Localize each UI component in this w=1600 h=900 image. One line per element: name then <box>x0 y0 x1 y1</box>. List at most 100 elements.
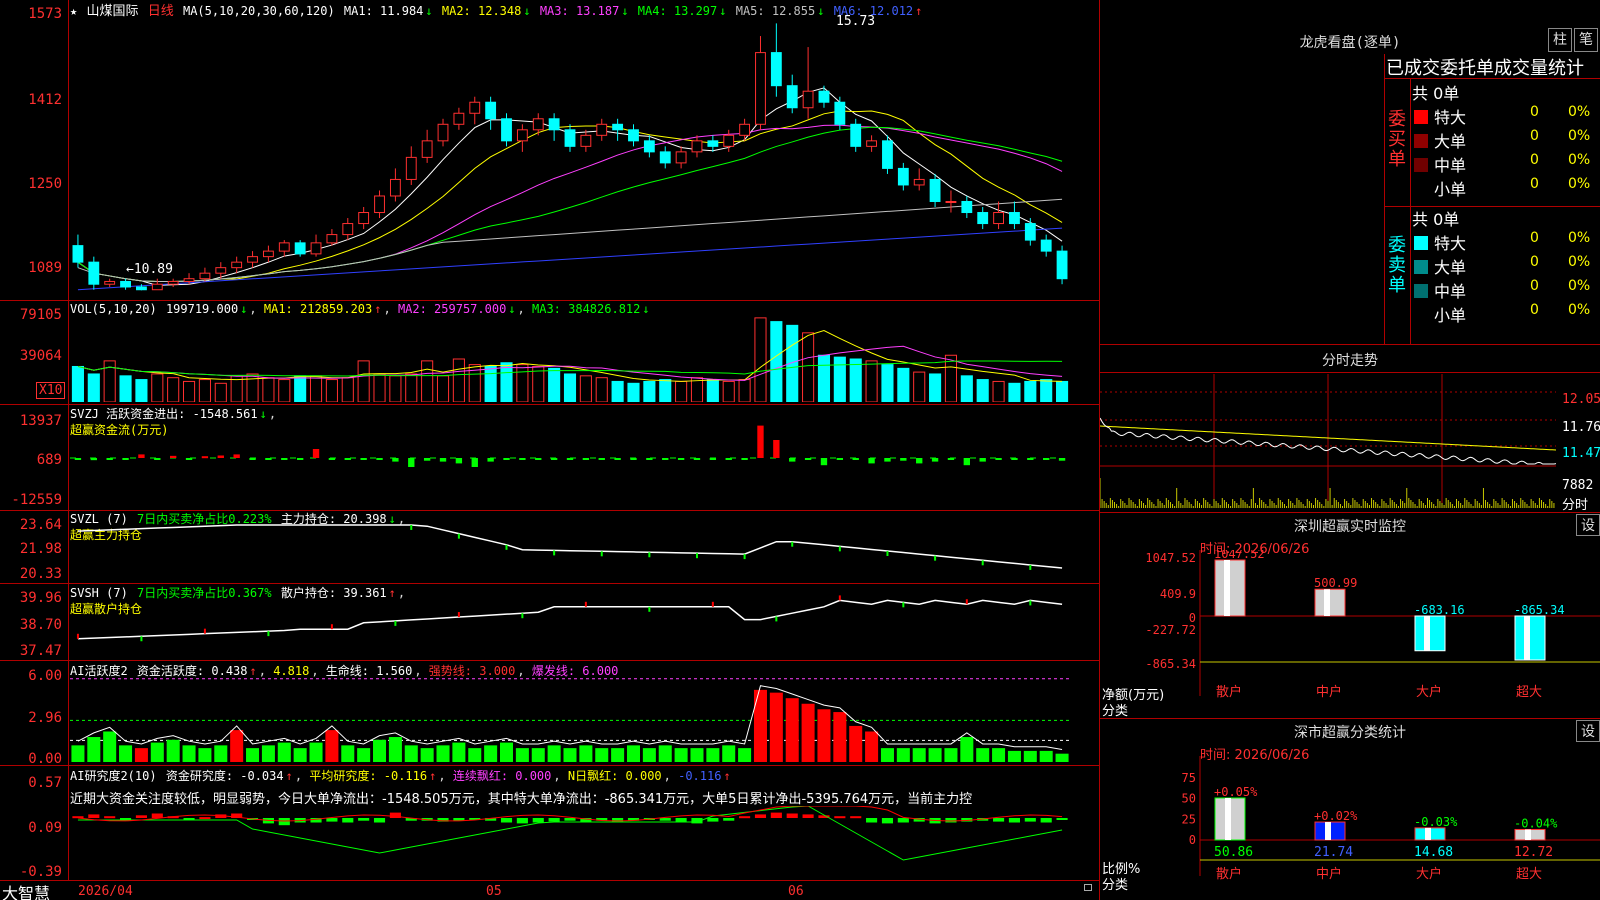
fund-flow-chart[interactable] <box>70 420 1098 508</box>
research-bar <box>659 818 671 821</box>
order-name: 小单 <box>1434 306 1467 325</box>
candle-body <box>961 200 973 214</box>
flow-bar <box>757 425 764 458</box>
sz-class-chart[interactable]: 75 50 25 0 +0.05% 50.86 散户 +0.02% 21.74 中户 -0.03% 1… <box>1100 756 1600 900</box>
activity-bar <box>468 748 482 762</box>
candle-body <box>120 280 131 288</box>
flow-bar <box>677 458 685 460</box>
right-panel: 龙虎看盘(逐单) 柱 笔 已成交委托单成交量统计 委买单 委卖单 共 0单 特大… <box>1100 0 1600 900</box>
flow-bar <box>947 458 955 460</box>
kline-panel[interactable]: ★ 山煤国际 日线 MA(5,10,20,30,60,120) MA1: 11.… <box>0 0 1100 900</box>
activity-bar <box>1055 753 1069 762</box>
flow-bar <box>1027 458 1034 460</box>
research-bar <box>278 818 290 826</box>
activity-bar <box>420 748 434 762</box>
candle-body <box>786 85 798 109</box>
svsh-ylabel: 39.96 <box>19 590 62 606</box>
activity-bar <box>531 748 545 762</box>
sell-total: 共 0单 <box>1412 210 1460 229</box>
intraday-chart[interactable] <box>1100 374 1560 512</box>
low-marker: ←10.89 <box>126 262 173 277</box>
vol-ylabel: 79105 <box>19 307 62 323</box>
order-row: 中单 0 0% <box>1412 278 1600 302</box>
ai-research-v2: 平均研究度: -0.116 <box>309 769 428 783</box>
fund-activity-chart[interactable] <box>70 676 1098 762</box>
sz-class-value: 50.86 <box>1214 845 1253 860</box>
sz-class-change: -0.03% <box>1414 815 1458 829</box>
flow-bar <box>709 458 717 460</box>
volume-bar <box>389 375 402 402</box>
sz-monitor-bar-shine <box>1324 589 1330 616</box>
svzj-arrow: ↓ <box>259 407 267 421</box>
volume-bar <box>579 375 592 402</box>
order-name: 小单 <box>1434 180 1467 199</box>
flow-bar <box>630 458 637 460</box>
pen-mode-button[interactable]: 笔 <box>1574 28 1598 52</box>
lock-icon[interactable] <box>1084 884 1092 891</box>
volume-bar <box>1008 382 1021 402</box>
flow-bar <box>836 458 844 460</box>
activity-bar <box>944 748 958 762</box>
flow-bar <box>122 458 129 460</box>
sz-class-bar-shine <box>1325 822 1331 840</box>
volume-bar <box>214 382 227 402</box>
research-bar <box>516 818 528 824</box>
flow-bar <box>693 458 701 460</box>
sz-class-ylabel: 0 <box>1189 833 1196 847</box>
dragon-title: 龙虎看盘(逐单) <box>1299 35 1401 51</box>
candle-body <box>1040 239 1052 252</box>
candle-body <box>358 212 370 225</box>
volume-bar <box>167 377 180 402</box>
candle-body <box>374 195 385 214</box>
volume-bar <box>722 380 735 402</box>
sz-monitor-ylabel: -227.72 <box>1145 623 1196 637</box>
sz-monitor-settings-button[interactable]: 设 <box>1576 514 1600 536</box>
flow-bar <box>1043 458 1050 460</box>
flow-bar <box>360 458 367 460</box>
separator <box>0 765 1100 766</box>
flow-bar <box>884 458 891 462</box>
candle-body <box>469 101 481 114</box>
candle-body <box>977 212 989 225</box>
activity-bar <box>484 745 498 762</box>
activity-bar <box>1007 750 1021 762</box>
sz-monitor-chart[interactable]: 1047.52409.90-227.72-865.341047.52散户500.… <box>1100 550 1600 718</box>
candle-body <box>310 242 322 255</box>
flow-bar <box>106 458 113 460</box>
activity-bar <box>1023 750 1037 762</box>
flow-bar <box>439 458 447 462</box>
research-bar <box>739 816 751 819</box>
ai-research-ylabel: -0.39 <box>19 864 62 880</box>
main-force-holding-chart[interactable] <box>70 520 1098 582</box>
volume-bar <box>278 379 291 402</box>
flow-bar <box>868 458 875 464</box>
activity-bar <box>801 703 815 762</box>
sz-class-settings-button[interactable]: 设 <box>1576 720 1600 742</box>
volume-bar <box>135 379 148 402</box>
activity-bar <box>690 748 704 762</box>
category-label: 分类 <box>1102 878 1129 893</box>
panel-divider <box>1100 718 1600 719</box>
month-06-label: 06 <box>788 884 804 899</box>
candle-body <box>199 272 211 280</box>
volume-chart[interactable] <box>70 316 1098 402</box>
activity-bar <box>293 748 307 762</box>
svzj-ylabel: 689 <box>36 452 62 468</box>
flow-bar <box>900 458 907 461</box>
volume-bar <box>198 379 211 402</box>
vol-value: 199719.000 <box>165 302 239 316</box>
sz-monitor-value: -683.16 <box>1414 603 1465 617</box>
candle-body <box>167 280 179 285</box>
fund-research-chart[interactable] <box>70 806 1098 878</box>
activity-bar <box>373 739 387 762</box>
retail-holding-chart[interactable] <box>70 594 1098 658</box>
bar-mode-button[interactable]: 柱 <box>1548 28 1572 52</box>
activity-bar <box>976 748 990 762</box>
candle-body <box>342 223 354 236</box>
order-pct: 0% <box>1568 176 1591 192</box>
volume-bar <box>817 354 831 402</box>
activity-bar <box>547 745 561 762</box>
activity-bar <box>404 745 418 762</box>
candlestick-chart[interactable] <box>70 14 1098 298</box>
flow-bar <box>154 458 161 460</box>
